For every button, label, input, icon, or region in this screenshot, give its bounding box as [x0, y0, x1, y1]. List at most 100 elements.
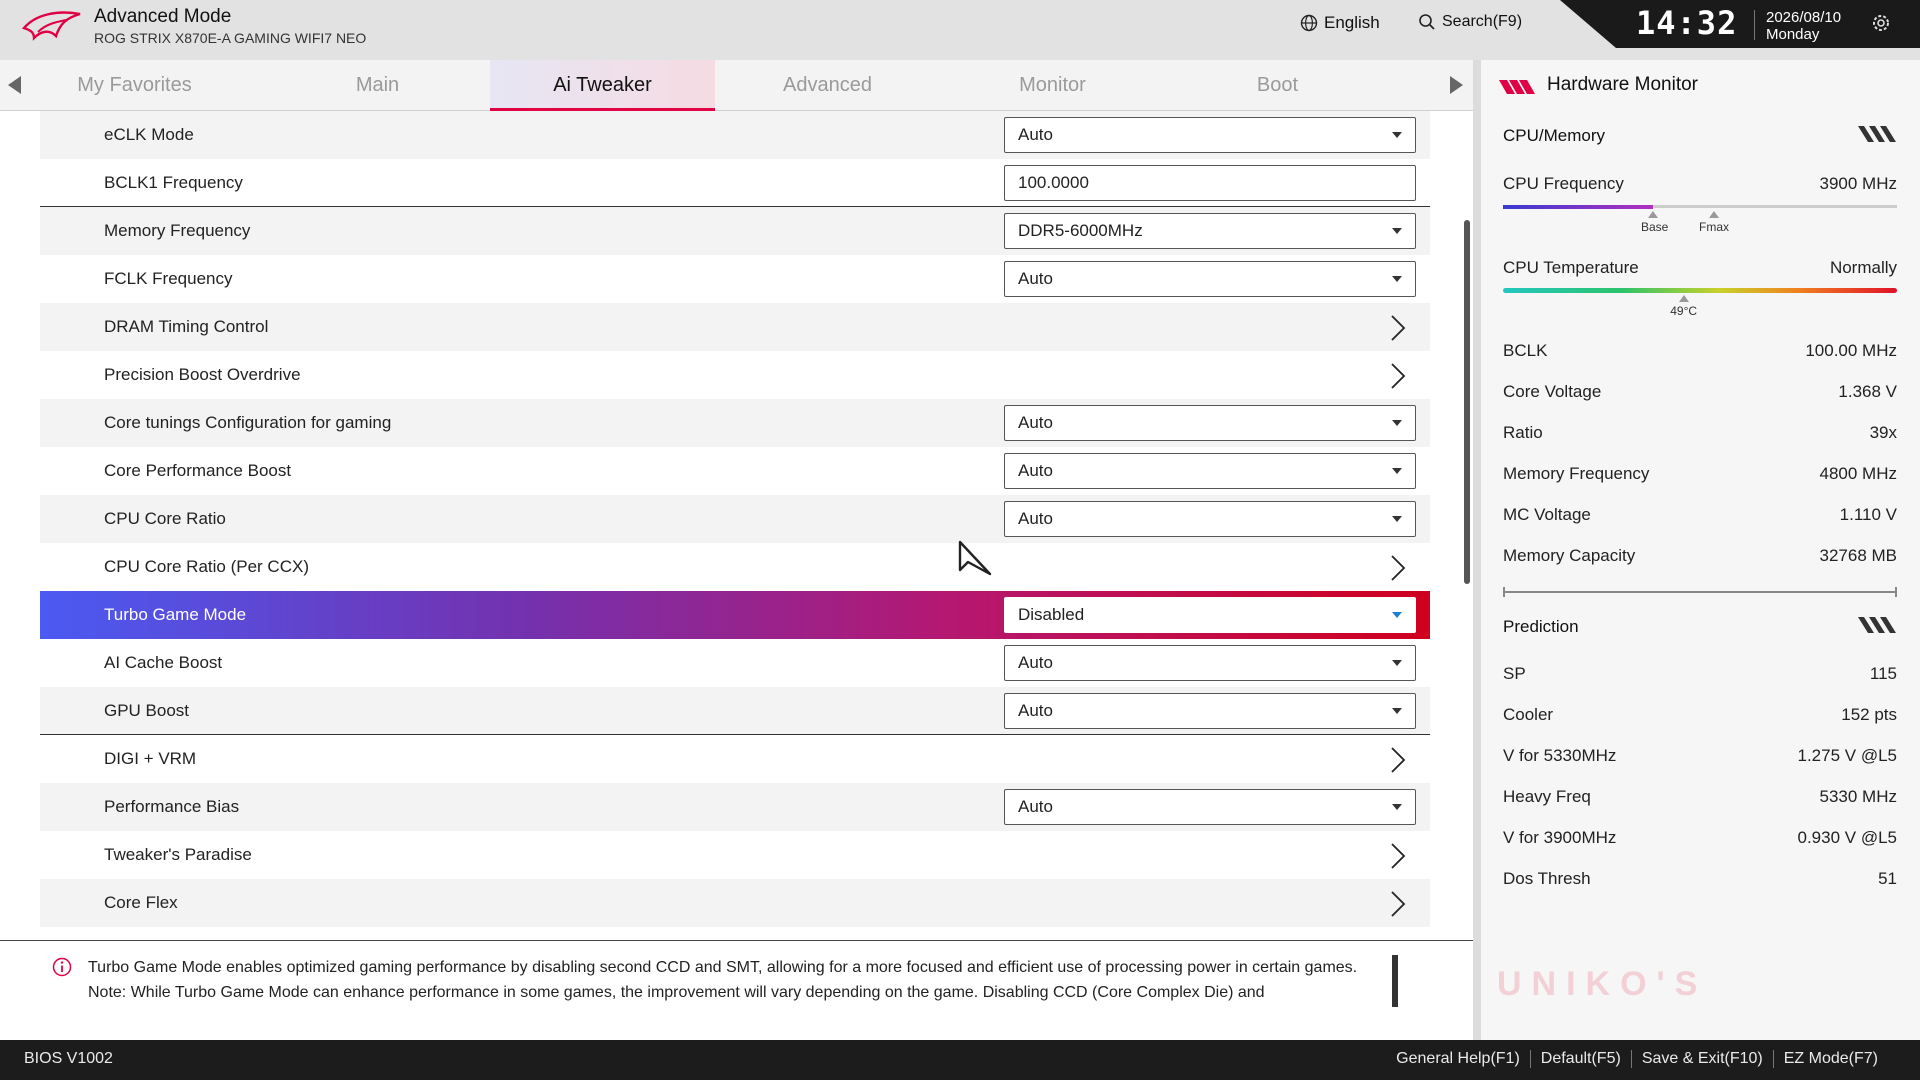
setting-row-bclk1-frequency[interactable]: BCLK1 Frequency 100.0000 — [40, 159, 1430, 207]
setting-row-performance-bias[interactable]: Performance Bias Auto — [40, 783, 1430, 831]
stat-value: 100.00 MHz — [1805, 341, 1897, 360]
stat-label: Ratio — [1503, 423, 1543, 442]
setting-row-fclk-frequency[interactable]: FCLK Frequency Auto — [40, 255, 1430, 303]
dropdown-value: Auto — [1018, 509, 1053, 528]
tab-advanced[interactable]: Advanced — [715, 60, 940, 111]
caret-down-icon — [1392, 276, 1402, 282]
default-button[interactable]: Default(F5) — [1529, 1050, 1631, 1068]
setting-row-core-tunings[interactable]: Core tunings Configuration for gaming Au… — [40, 399, 1430, 447]
bclk1-frequency-input[interactable]: 100.0000 — [1004, 165, 1416, 201]
caret-down-icon — [1392, 612, 1402, 618]
performance-bias-dropdown[interactable]: Auto — [1004, 789, 1416, 825]
eclk-mode-dropdown[interactable]: Auto — [1004, 117, 1416, 153]
ai-cache-boost-dropdown[interactable]: Auto — [1004, 645, 1416, 681]
fclk-frequency-dropdown[interactable]: Auto — [1004, 261, 1416, 297]
setting-row-gpu-boost[interactable]: GPU Boost Auto — [40, 687, 1430, 735]
turbo-game-mode-dropdown[interactable]: Disabled — [1004, 597, 1416, 633]
cpu-core-ratio-dropdown[interactable]: Auto — [1004, 501, 1416, 537]
prediction-stripes-icon — [1858, 617, 1896, 633]
chevron-right-icon — [1391, 555, 1406, 581]
setting-row-ai-cache-boost[interactable]: AI Cache Boost Auto — [40, 639, 1430, 687]
tab-scroll-left-icon[interactable] — [8, 76, 21, 94]
tab-my-favorites[interactable]: My Favorites — [22, 60, 247, 111]
prediction-label: Dos Thresh — [1503, 869, 1591, 888]
prediction-value: 1.275 V @L5 — [1797, 746, 1898, 765]
prediction-label: V for 5330MHz — [1503, 746, 1617, 765]
memory-frequency-dropdown[interactable]: DDR5-6000MHz — [1004, 213, 1416, 249]
ez-mode-button[interactable]: EZ Mode(F7) — [1772, 1050, 1888, 1068]
tab-monitor[interactable]: Monitor — [940, 60, 1165, 111]
prediction-label: V for 3900MHz — [1503, 828, 1617, 847]
cpu-frequency-row: CPU Frequency 3900 MHz — [1503, 174, 1897, 194]
search-button[interactable]: Search(F9) — [1418, 13, 1522, 31]
caret-down-icon — [1392, 468, 1402, 474]
caret-down-icon — [1392, 516, 1402, 522]
base-marker-icon — [1648, 211, 1658, 218]
setting-row-digi-vrm[interactable]: DIGI + VRM — [40, 735, 1430, 783]
setting-row-core-flex[interactable]: Core Flex — [40, 879, 1430, 927]
chevron-right-icon — [1391, 747, 1406, 773]
setting-label: DRAM Timing Control — [104, 317, 269, 336]
prediction-value: 115 — [1869, 664, 1897, 683]
setting-row-tweakers-paradise[interactable]: Tweaker's Paradise — [40, 831, 1430, 879]
language-selector[interactable]: English — [1300, 13, 1380, 33]
stat-value: 1.368 V — [1838, 382, 1897, 401]
tab-main[interactable]: Main — [265, 60, 490, 111]
chevron-right-icon — [1391, 315, 1406, 341]
caret-down-icon — [1392, 804, 1402, 810]
search-icon — [1419, 14, 1435, 30]
save-exit-button[interactable]: Save & Exit(F10) — [1630, 1050, 1773, 1068]
chevron-right-icon — [1391, 843, 1406, 869]
hardware-monitor-panel: Hardware Monitor CPU/Memory CPU Frequenc… — [1481, 60, 1920, 1040]
general-help-button[interactable]: General Help(F1) — [1386, 1050, 1530, 1068]
dropdown-value: Auto — [1018, 413, 1053, 432]
setting-label: Core Flex — [104, 893, 178, 912]
dropdown-value: Auto — [1018, 269, 1053, 288]
stat-value: 39x — [1869, 423, 1897, 442]
chevron-right-icon — [1391, 891, 1406, 917]
setting-row-dram-timing-control[interactable]: DRAM Timing Control — [40, 303, 1430, 351]
stat-value: 1.110 V — [1839, 505, 1897, 524]
help-text: Turbo Game Mode enables optimized gaming… — [88, 955, 1358, 1005]
gpu-boost-dropdown[interactable]: Auto — [1004, 693, 1416, 729]
dropdown-value: Auto — [1018, 653, 1053, 672]
bclk-row: BCLK 100.00 MHz — [1503, 341, 1897, 361]
core-tunings-dropdown[interactable]: Auto — [1004, 405, 1416, 441]
tab-boot[interactable]: Boot — [1165, 60, 1390, 111]
setting-row-cpu-core-ratio[interactable]: CPU Core Ratio Auto — [40, 495, 1430, 543]
divider-tick — [1503, 587, 1505, 597]
gear-icon[interactable] — [1870, 12, 1892, 34]
cpu-frequency-fill — [1503, 205, 1653, 209]
fmax-marker-icon — [1709, 211, 1719, 218]
stat-label: Core Voltage — [1503, 382, 1602, 401]
help-scrollbar[interactable] — [1392, 955, 1398, 1007]
bios-version: BIOS V1002 — [24, 1050, 113, 1067]
dropdown-value: Auto — [1018, 461, 1053, 480]
setting-row-cpu-core-ratio-per-ccx[interactable]: CPU Core Ratio (Per CCX) — [40, 543, 1430, 591]
setting-row-precision-boost-overdrive[interactable]: Precision Boost Overdrive — [40, 351, 1430, 399]
setting-row-memory-frequency[interactable]: Memory Frequency DDR5-6000MHz — [40, 207, 1430, 255]
setting-row-turbo-game-mode[interactable]: Turbo Game Mode Disabled — [40, 591, 1430, 639]
stat-label: MC Voltage — [1503, 505, 1591, 524]
core-performance-boost-dropdown[interactable]: Auto — [1004, 453, 1416, 489]
date-separator — [1754, 10, 1755, 40]
help-panel: Turbo Game Mode enables optimized gaming… — [0, 940, 1473, 1040]
memory-capacity-row: Memory Capacity 32768 MB — [1503, 546, 1897, 566]
tab-scroll-right-icon[interactable] — [1450, 76, 1463, 94]
globe-icon — [1300, 14, 1318, 32]
input-value: 100.0000 — [1018, 173, 1089, 192]
setting-row-core-performance-boost[interactable]: Core Performance Boost Auto — [40, 447, 1430, 495]
setting-label: CPU Core Ratio (Per CCX) — [104, 557, 309, 576]
header-bar: Advanced Mode ROG STRIX X870E-A GAMING W… — [0, 0, 1920, 60]
settings-scrollbar[interactable] — [1464, 220, 1470, 584]
hardware-monitor-title: Hardware Monitor — [1547, 74, 1698, 95]
tab-ai-tweaker[interactable]: Ai Tweaker — [490, 60, 715, 111]
setting-row-eclk-mode[interactable]: eCLK Mode Auto — [40, 111, 1430, 159]
setting-label: Turbo Game Mode — [104, 605, 247, 624]
dropdown-value: DDR5-6000MHz — [1018, 221, 1143, 240]
caret-down-icon — [1392, 228, 1402, 234]
hardware-monitor-stripes-icon — [1499, 80, 1535, 94]
chevron-right-icon — [1391, 363, 1406, 389]
function-keys: General Help(F1) Default(F5) Save & Exit… — [1386, 1050, 1888, 1068]
prediction-title: Prediction — [1503, 617, 1579, 636]
